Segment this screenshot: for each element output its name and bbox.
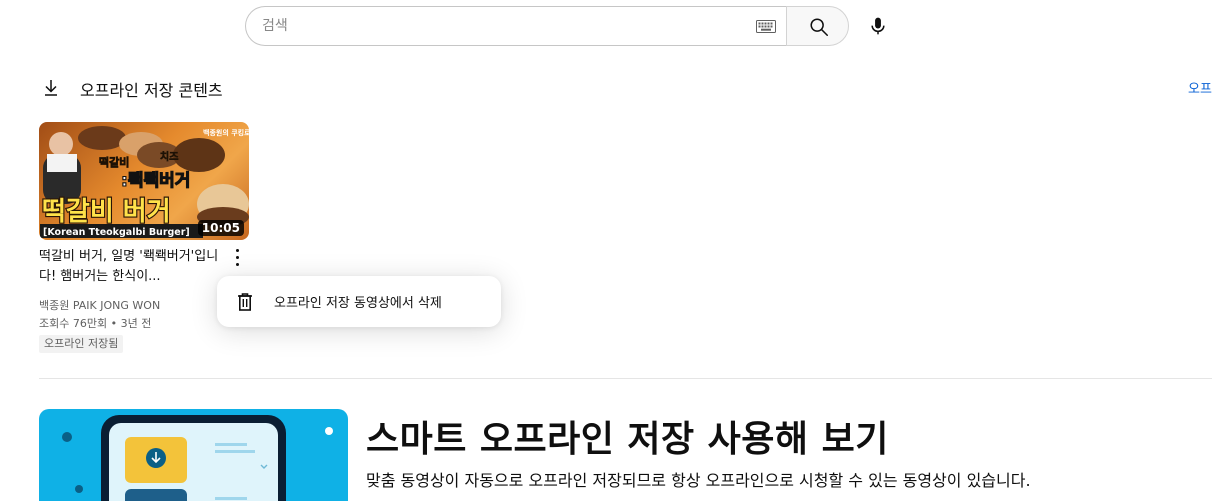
- thumb-tag-2: 치즈: [160, 150, 178, 163]
- more-vert-icon[interactable]: [226, 244, 248, 268]
- thumb-main-text: 떡갈비 버거: [42, 197, 171, 227]
- status-badge: 오프라인 저장됨: [39, 335, 124, 353]
- thumb-sub-text: :뢕뢕버거: [121, 170, 190, 191]
- search-button[interactable]: [786, 6, 849, 46]
- page-title: 오프라인 저장 콘텐츠: [80, 81, 223, 100]
- thumb-tag-3: 백종원의 쿠킹로그: [203, 128, 249, 137]
- mic-icon: [871, 17, 885, 35]
- download-icon: [45, 80, 57, 96]
- voice-search-button[interactable]: [860, 8, 896, 44]
- video-meta: 조회수 76만회 • 3년 전: [39, 317, 152, 330]
- delete-menu-label: 오프라인 저장 동영상에서 삭제: [274, 296, 442, 311]
- promo-description: 맞춤 동영상이 자동으로 오프라인 저장되므로 항상 오프라인으로 시청할 수 …: [366, 471, 1031, 490]
- video-title[interactable]: 떡갈비 버거, 일명 '뢕뢕버거'입니다! 햄버거는 한식이...: [39, 247, 219, 287]
- section-divider: [39, 378, 1212, 379]
- promo-phone-graphic: [62, 415, 333, 501]
- trash-icon: [238, 293, 252, 311]
- channel-name[interactable]: 백종원 PAIK JONG WON: [39, 297, 160, 313]
- search-icon: [810, 18, 828, 36]
- context-menu: 오프라인 저장 동영상에서 삭제: [217, 276, 501, 327]
- search-input[interactable]: [262, 7, 742, 45]
- keyboard-icon[interactable]: [756, 20, 776, 33]
- promo-title: 스마트 오프라인 저장 사용해 보기: [366, 419, 889, 460]
- thumb-tag-1: 떡갈비: [99, 155, 129, 169]
- promo-illustration: [39, 409, 348, 501]
- thumb-caption: [Korean Tteokgalbi Burger]: [43, 227, 190, 238]
- delete-from-downloads-menu-item[interactable]: 오프라인 저장 동영상에서 삭제: [217, 276, 501, 327]
- search-box: [245, 6, 786, 46]
- video-duration: 10:05: [197, 220, 244, 236]
- header-settings-link[interactable]: 오프: [1188, 78, 1212, 97]
- video-thumbnail[interactable]: :뢕뢕버거 떡갈비 버거 떡갈비 치즈 백종원의 쿠킹로그 [Korean Tt…: [39, 122, 249, 240]
